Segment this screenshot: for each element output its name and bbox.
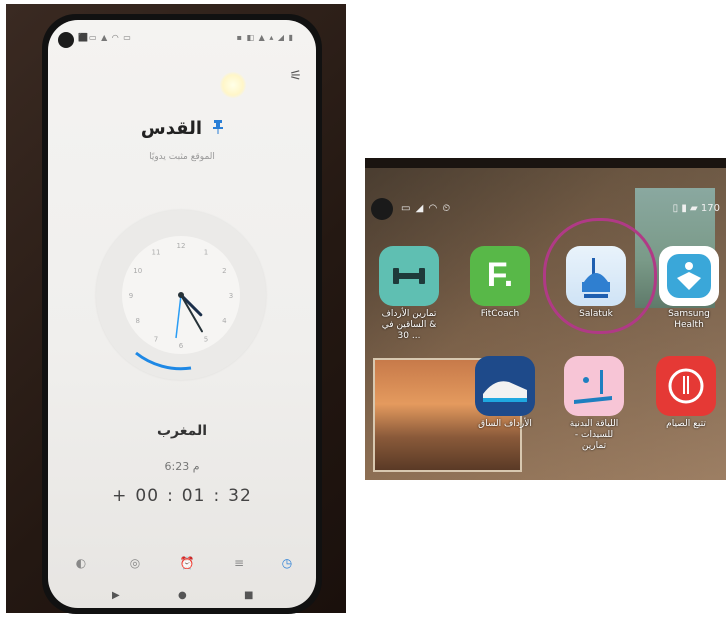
clock-number: 7 <box>154 335 158 343</box>
list-icon[interactable]: ≡ <box>228 552 250 574</box>
home-button[interactable]: ● <box>178 590 187 601</box>
clock-icon[interactable]: ◷ <box>276 552 298 574</box>
pin-icon[interactable] <box>213 120 224 138</box>
back-button[interactable]: ▶ <box>112 590 120 601</box>
countdown-timer: +00:01:32 <box>48 486 316 506</box>
clock-number: 9 <box>129 292 133 300</box>
clock-number: 11 <box>152 249 161 257</box>
analog-clock: 12 1 2 3 4 5 6 7 8 9 10 11 <box>96 210 266 380</box>
left-photo: ⬛▭ ▲ ◠ ▭ ▪ ◧ ▲ ▴ ◢ ▮ ⚟ القدس الموقع مثبت… <box>6 4 346 614</box>
app-label: FitCoach <box>480 309 520 319</box>
mosque-icon[interactable]: ◎ <box>124 552 146 574</box>
bottom-navigation: ◐ ◎ ⏰ ≡ ◷ <box>48 552 316 576</box>
app-fitcoach[interactable]: F. FitCoach <box>468 246 532 320</box>
front-camera <box>371 198 393 220</box>
clock-hands: 121234567891011 <box>129 242 233 371</box>
status-icons-right: ▯ ▮ ▰ 170 <box>672 203 720 214</box>
menu-icon[interactable]: ⚟ <box>289 68 302 84</box>
status-icons-left: ⬛▭ ▲ ◠ ▭ <box>78 33 132 42</box>
system-navigation: ▶ ● ■ <box>48 590 316 606</box>
light-glare <box>220 72 246 98</box>
city-header: القدس <box>48 118 316 139</box>
clock-number: 10 <box>133 267 142 275</box>
app-label: الأرداف الساق <box>478 419 532 429</box>
app-label: تتبع الصيام <box>666 419 706 429</box>
countdown-hours: 00 <box>135 486 160 506</box>
city-name: القدس <box>140 118 203 139</box>
status-icons-left: ▭ ◢ ◠ ⏲ <box>401 203 452 214</box>
clock-number: 5 <box>204 335 208 343</box>
next-prayer-time: 6:23 م <box>164 460 200 473</box>
recents-button[interactable]: ■ <box>244 590 253 601</box>
countdown-sep: : <box>167 486 174 506</box>
next-prayer-name: المغرب <box>156 423 208 439</box>
clock-number: 3 <box>229 292 233 300</box>
highlight-circle <box>543 218 657 334</box>
fitcoach-icon: F. <box>470 246 530 306</box>
clock-number: 8 <box>135 317 139 325</box>
samsung-health-icon <box>659 246 719 306</box>
location-subtitle: الموقع مثبت يدويًا <box>149 152 215 162</box>
compass-icon[interactable]: ◐ <box>70 552 92 574</box>
clock-number: 12 <box>177 242 186 250</box>
clock-number: 2 <box>222 267 226 275</box>
progress-arc <box>135 351 192 371</box>
app-treadmill[interactable]: اللياقة البدنية للسيدات - تمارين <box>562 356 626 452</box>
status-icons-right: ▪ ◧ ▲ ▴ ◢ ▮ <box>236 33 294 42</box>
front-camera <box>58 32 74 48</box>
countdown-minutes: 01 <box>181 486 206 506</box>
app-label: تمارين الأرداف & الساقين في 30 ... <box>381 309 437 341</box>
app-shoe[interactable]: الأرداف الساق <box>473 356 537 430</box>
dumbbell-icon <box>379 246 439 306</box>
phone-frame: ⬛▭ ▲ ◠ ▭ ▪ ◧ ▲ ▴ ◢ ▮ ⚟ القدس الموقع مثبت… <box>42 14 322 614</box>
clock-number: 6 <box>179 342 184 350</box>
app-label: اللياقة البدنية للسيدات - تمارين <box>569 419 619 451</box>
clock-number: 4 <box>222 317 227 325</box>
shoe-icon <box>475 356 535 416</box>
alarm-icon[interactable]: ⏰ <box>176 552 198 574</box>
treadmill-icon <box>564 356 624 416</box>
app-label: Samsung Health <box>668 309 710 330</box>
fasting-icon <box>656 356 716 416</box>
phone-top-bezel <box>365 158 726 168</box>
prayer-app-screen: ⬛▭ ▲ ◠ ▭ ▪ ◧ ▲ ▴ ◢ ▮ ⚟ القدس الموقع مثبت… <box>48 20 316 608</box>
countdown-prefix: + <box>112 486 128 506</box>
app-dumbbell[interactable]: تمارين الأرداف & الساقين في 30 ... <box>377 246 441 342</box>
countdown-sep: : <box>213 486 221 506</box>
right-photo: ▭ ◢ ◠ ⏲ ▯ ▮ ▰ 170 تمارين الأرداف & الساق… <box>365 158 726 480</box>
second-hand <box>175 294 182 339</box>
app-samsung-health[interactable]: Samsung Health <box>657 246 721 331</box>
countdown-seconds: 32 <box>228 486 252 506</box>
app-fasting[interactable]: تتبع الصيام <box>654 356 718 430</box>
clock-number: 1 <box>204 249 208 257</box>
